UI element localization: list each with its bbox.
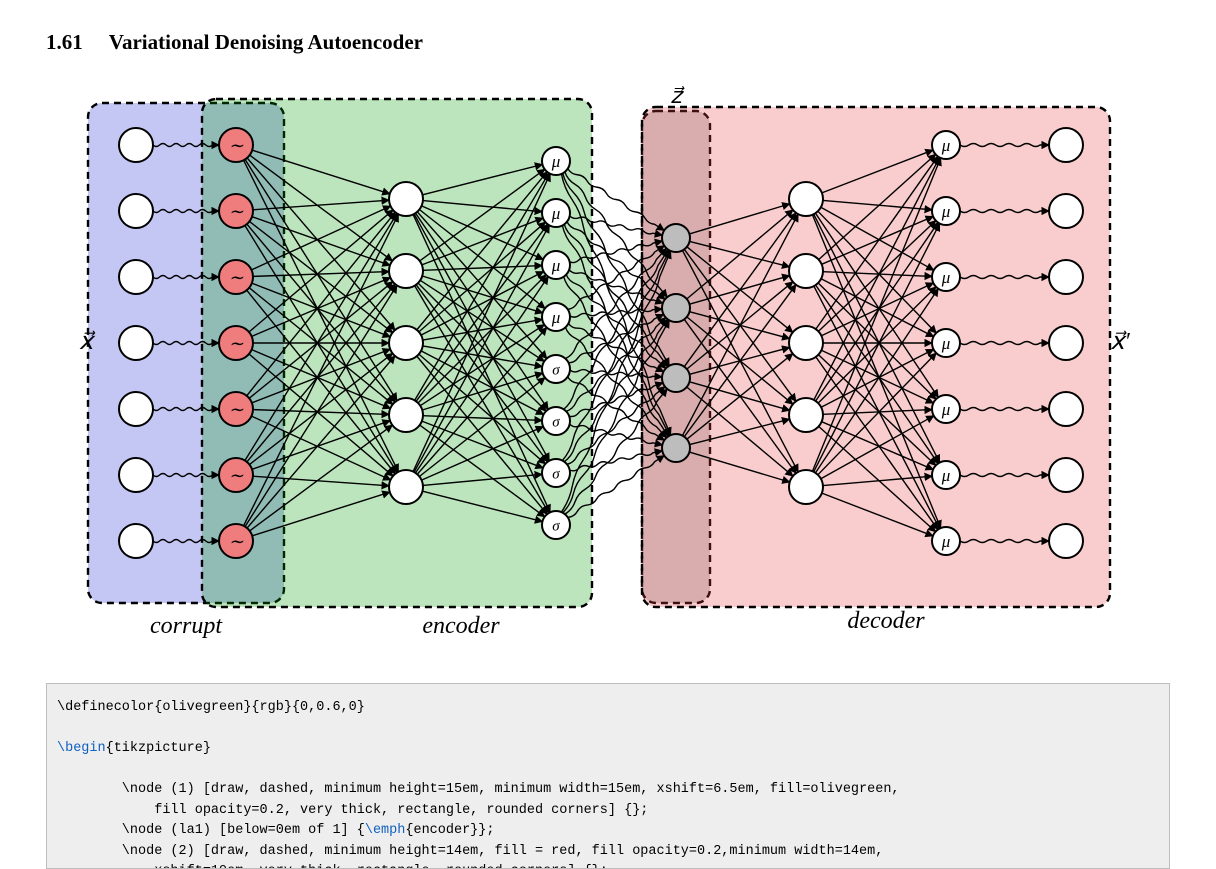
svg-text:μ: μ	[941, 532, 951, 551]
encoder-hidden-node	[389, 470, 423, 504]
decoder-hidden-node	[789, 182, 823, 216]
corrupt-node: ∼	[219, 260, 253, 294]
decoder-label: decoder	[847, 608, 925, 634]
decoder-mu-node: μ	[932, 461, 960, 489]
corrupt-node: ∼	[219, 392, 253, 426]
code-listing: \definecolor{olivegreen}{rgb}{0,0.6,0} \…	[46, 683, 1170, 869]
output-node	[1049, 194, 1083, 228]
z-label: z⃗	[670, 83, 685, 108]
sigma-node: σ	[542, 459, 570, 487]
encoder-label: encoder	[422, 613, 500, 639]
svg-text:∼: ∼	[228, 267, 243, 287]
input-node	[119, 524, 153, 558]
svg-text:σ: σ	[552, 466, 560, 482]
svg-text:μ: μ	[941, 334, 951, 353]
code-line: \node (1) [draw, dashed, minimum height=…	[57, 782, 900, 797]
svg-text:μ: μ	[941, 268, 951, 287]
svg-text:μ: μ	[551, 308, 561, 327]
decoder-mu-node: μ	[932, 329, 960, 357]
output-node	[1049, 260, 1083, 294]
output-node	[1049, 326, 1083, 360]
decoder-mu-node: μ	[932, 197, 960, 225]
sigma-node: σ	[542, 511, 570, 539]
svg-text:σ: σ	[552, 362, 560, 378]
code-line: fill opacity=0.2, very thick, rectangle,…	[57, 803, 648, 818]
input-node	[119, 260, 153, 294]
decoder-hidden-node	[789, 254, 823, 288]
decoder-mu-node: μ	[932, 527, 960, 555]
corrupt-label: corrupt	[150, 613, 223, 639]
svg-text:μ: μ	[941, 466, 951, 485]
decoder-mu-node: μ	[932, 263, 960, 291]
corrupt-node: ∼	[219, 458, 253, 492]
corrupt-node: ∼	[219, 194, 253, 228]
output-node	[1049, 128, 1083, 162]
decoder-hidden-node	[789, 470, 823, 504]
section-title: Variational Denoising Autoencoder	[109, 30, 423, 54]
encoder-hidden-node	[389, 398, 423, 432]
figure: ∼∼∼∼∼∼∼μμμμσσσσμμμμμμμx⃗x⃗′z⃗corruptenco…	[46, 73, 1190, 653]
svg-text:∼: ∼	[228, 465, 243, 485]
encoder-hidden-node	[389, 182, 423, 216]
x-output-label: x⃗′	[1110, 329, 1130, 355]
code-keyword: \emph	[365, 823, 406, 838]
svg-text:μ: μ	[551, 152, 561, 171]
output-node	[1049, 524, 1083, 558]
section-number: 1.61	[46, 30, 83, 54]
svg-text:∼: ∼	[228, 531, 243, 551]
svg-text:μ: μ	[551, 256, 561, 275]
svg-text:∼: ∼	[228, 399, 243, 419]
code-line: {encoder}};	[405, 823, 494, 838]
input-node	[119, 194, 153, 228]
decoder-mu-node: μ	[932, 395, 960, 423]
z-node	[662, 224, 690, 252]
sigma-node: σ	[542, 355, 570, 383]
svg-text:∼: ∼	[228, 333, 243, 353]
code-keyword: \begin	[57, 741, 106, 756]
svg-text:∼: ∼	[228, 201, 243, 221]
section-heading: 1.61 Variational Denoising Autoencoder	[46, 30, 1170, 55]
z-node	[662, 294, 690, 322]
svg-text:μ: μ	[941, 136, 951, 155]
input-node	[119, 128, 153, 162]
svg-text:σ: σ	[552, 414, 560, 430]
mu-node: μ	[542, 199, 570, 227]
output-node	[1049, 458, 1083, 492]
mu-node: μ	[542, 251, 570, 279]
svg-text:μ: μ	[551, 204, 561, 223]
corrupt-node: ∼	[219, 326, 253, 360]
input-node	[119, 326, 153, 360]
z-node	[662, 364, 690, 392]
mu-node: μ	[542, 147, 570, 175]
code-line: \node (2) [draw, dashed, minimum height=…	[57, 844, 883, 859]
decoder-mu-node: μ	[932, 131, 960, 159]
decoder-hidden-node	[789, 398, 823, 432]
encoder-hidden-node	[389, 254, 423, 288]
output-node	[1049, 392, 1083, 426]
svg-text:∼: ∼	[228, 135, 243, 155]
svg-text:σ: σ	[552, 518, 560, 534]
svg-text:μ: μ	[941, 202, 951, 221]
sigma-node: σ	[542, 407, 570, 435]
corrupt-node: ∼	[219, 524, 253, 558]
z-node	[662, 434, 690, 462]
input-node	[119, 458, 153, 492]
svg-text:μ: μ	[941, 400, 951, 419]
encoder-hidden-node	[389, 326, 423, 360]
code-line: \node (la1) [below=0em of 1] {	[57, 823, 365, 838]
decoder-hidden-node	[789, 326, 823, 360]
code-line: {tikzpicture}	[106, 741, 211, 756]
mu-node: μ	[542, 303, 570, 331]
corrupt-node: ∼	[219, 128, 253, 162]
input-node	[119, 392, 153, 426]
code-line: \definecolor{olivegreen}{rgb}{0,0.6,0}	[57, 700, 365, 715]
